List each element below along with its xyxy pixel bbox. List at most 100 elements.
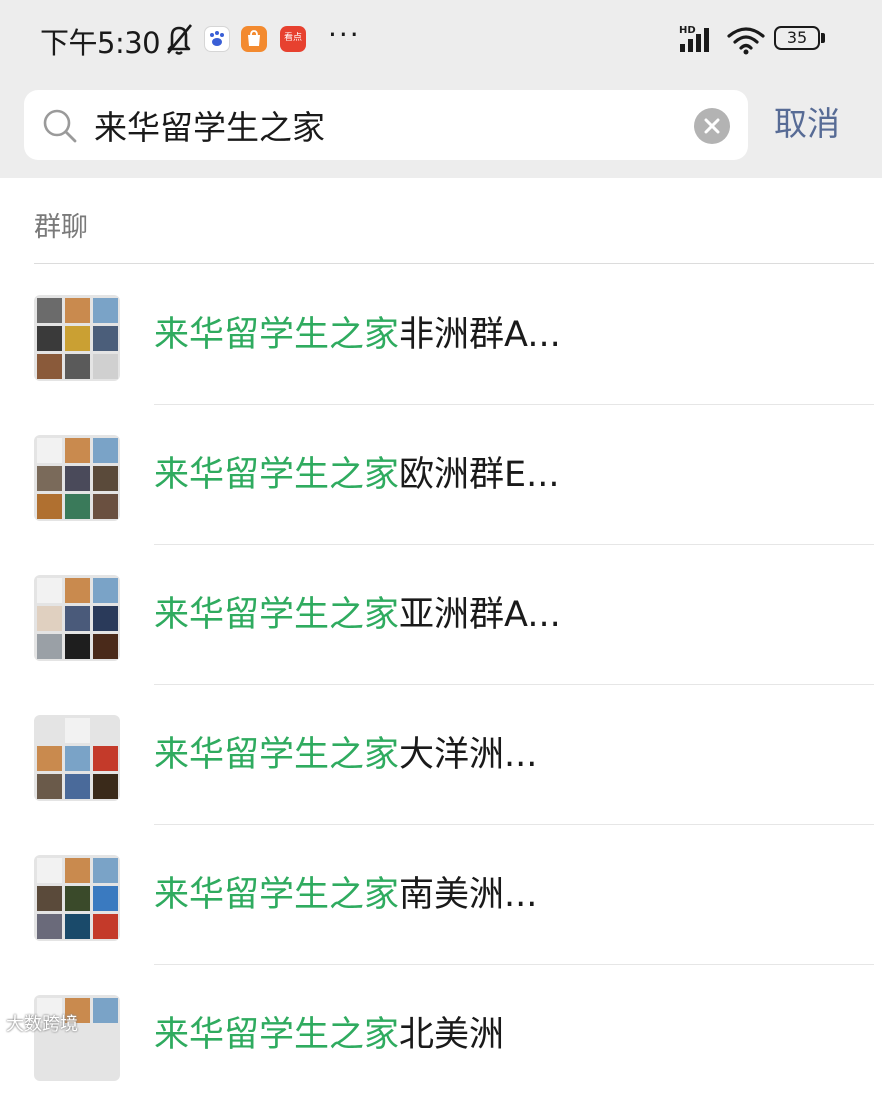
group-member-avatar (65, 746, 90, 771)
search-match-highlight: 来华留学生之家 (154, 315, 400, 355)
group-member-avatar (37, 494, 62, 519)
group-member-avatar (37, 438, 62, 463)
taobao-app-icon (241, 26, 267, 52)
signal-icon: HD (679, 25, 709, 52)
group-member-avatar (65, 1054, 90, 1079)
group-chat-name: 来华留学生之家亚洲群A... (154, 592, 561, 638)
group-member-avatar (93, 746, 118, 771)
group-member-avatar (37, 298, 62, 323)
group-member-avatar (93, 1026, 118, 1051)
group-member-avatar (93, 298, 118, 323)
cancel-button[interactable]: 取消 (774, 100, 840, 148)
group-member-avatar (65, 326, 90, 351)
battery-level: 35 (786, 28, 808, 47)
group-member-avatar (93, 578, 118, 603)
group-member-avatar (65, 438, 90, 463)
more-notifications-icon: ··· (328, 18, 361, 51)
group-chat-name: 来华留学生之家北美洲 (154, 1012, 504, 1058)
clear-search-button[interactable] (694, 108, 730, 144)
group-avatar (34, 715, 120, 801)
watermark: 大数跨境 (6, 1014, 78, 1035)
group-avatar (34, 575, 120, 661)
baidu-app-icon (204, 26, 230, 52)
group-member-avatar (65, 634, 90, 659)
group-chat-name: 来华留学生之家非洲群A... (154, 312, 561, 358)
group-member-avatar (37, 774, 62, 799)
group-member-avatar (93, 354, 118, 379)
battery-tip (821, 33, 825, 43)
kandian-app-label: 看点 (283, 33, 302, 43)
bell-off-icon (166, 24, 193, 55)
group-avatar (34, 855, 120, 941)
group-member-avatar (65, 718, 90, 743)
group-chat-name: 来华留学生之家大洋洲... (154, 732, 537, 778)
group-member-avatar (93, 326, 118, 351)
group-member-avatar (65, 354, 90, 379)
group-member-avatar (93, 438, 118, 463)
group-member-avatar (93, 606, 118, 631)
status-time: 下午5:30 (40, 26, 161, 60)
group-member-avatar (37, 1054, 62, 1079)
group-member-avatar (37, 858, 62, 883)
group-chat-name-suffix: 亚洲群A... (399, 595, 561, 635)
group-member-avatar (93, 494, 118, 519)
group-avatar (34, 435, 120, 521)
group-member-avatar (93, 998, 118, 1023)
group-member-avatar (37, 886, 62, 911)
group-member-avatar (93, 634, 118, 659)
search-input[interactable] (94, 100, 674, 150)
network-label: HD (679, 25, 696, 36)
group-member-avatar (93, 718, 118, 743)
group-member-avatar (65, 578, 90, 603)
group-avatar (34, 295, 120, 381)
group-chat-name: 来华留学生之家南美洲... (154, 872, 537, 918)
group-member-avatar (65, 774, 90, 799)
group-member-avatar (93, 914, 118, 939)
close-icon (704, 118, 720, 134)
group-member-avatar (65, 606, 90, 631)
group-member-avatar (93, 1054, 118, 1079)
group-member-avatar (37, 466, 62, 491)
group-member-avatar (37, 354, 62, 379)
group-member-avatar (65, 494, 90, 519)
section-title: 群聊 (34, 212, 88, 243)
group-chat-result-row[interactable]: 来华留学生之家南美洲... (0, 825, 882, 965)
search-match-highlight: 来华留学生之家 (154, 1015, 400, 1055)
group-member-avatar (37, 606, 62, 631)
group-chat-result-row[interactable]: 来华留学生之家欧洲群E... (0, 405, 882, 545)
battery-icon: 35 (774, 26, 820, 50)
group-chat-name-suffix: 欧洲群E... (399, 455, 560, 495)
group-member-avatar (65, 914, 90, 939)
group-chat-result-row[interactable]: 来华留学生之家非洲群A... (0, 265, 882, 405)
group-chat-name-suffix: 大洋洲... (399, 735, 538, 775)
group-member-avatar (65, 298, 90, 323)
search-icon (43, 109, 77, 143)
group-member-avatar (93, 466, 118, 491)
group-chat-name-suffix: 南美洲... (399, 875, 538, 915)
search-match-highlight: 来华留学生之家 (154, 595, 400, 635)
kandian-app-icon: 看点 (280, 26, 306, 52)
group-member-avatar (93, 858, 118, 883)
group-chat-result-row[interactable]: 来华留学生之家大洋洲... (0, 685, 882, 825)
search-match-highlight: 来华留学生之家 (154, 455, 400, 495)
group-member-avatar (37, 914, 62, 939)
group-member-avatar (37, 634, 62, 659)
search-match-highlight: 来华留学生之家 (154, 735, 400, 775)
search-match-highlight: 来华留学生之家 (154, 875, 400, 915)
section-divider (34, 263, 874, 264)
group-avatar (34, 995, 120, 1081)
group-chat-name: 来华留学生之家欧洲群E... (154, 452, 560, 498)
group-chat-name-suffix: 非洲群A... (399, 315, 561, 355)
wifi-icon (727, 27, 765, 55)
group-chat-result-row[interactable]: 来华留学生之家亚洲群A... (0, 545, 882, 685)
group-member-avatar (65, 886, 90, 911)
group-member-avatar (37, 578, 62, 603)
group-member-avatar (93, 774, 118, 799)
group-chat-name-suffix: 北美洲 (399, 1015, 505, 1055)
group-member-avatar (37, 326, 62, 351)
group-member-avatar (37, 746, 62, 771)
group-member-avatar (65, 858, 90, 883)
group-member-avatar (65, 466, 90, 491)
group-member-avatar (37, 718, 62, 743)
group-chat-result-row[interactable]: 来华留学生之家北美洲 (0, 965, 882, 1105)
